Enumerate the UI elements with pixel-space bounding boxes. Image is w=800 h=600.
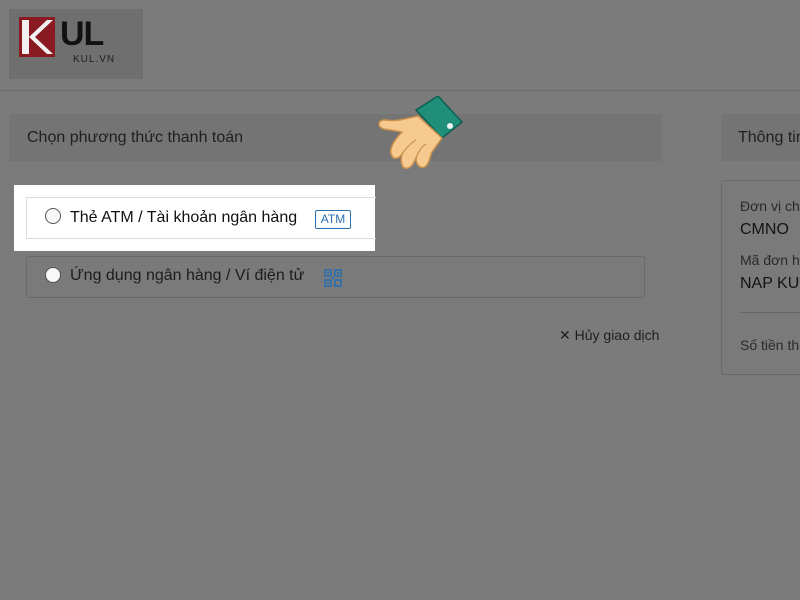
cancel-transaction-link[interactable]: ✕ Hủy giao dịch [559, 327, 659, 344]
payment-option-label: Thẻ ATM / Tài khoản ngân hàng [70, 209, 298, 226]
supplier-label: Đơn vị ch [740, 198, 800, 214]
header-divider [0, 90, 800, 91]
pointing-hand-icon [378, 96, 464, 170]
order-value: NAP KU [740, 275, 800, 292]
amount-label: Số tiền th [740, 337, 800, 353]
radio-atm[interactable] [45, 208, 61, 224]
logo-k-mark-icon [19, 17, 55, 57]
supplier-value: CMNO [740, 221, 789, 238]
qr-code-icon [324, 269, 342, 287]
payment-panel-title: Chọn phương thức thanh toán [27, 129, 244, 146]
payment-option-label: Ứng dụng ngân hàng / Ví điện tử [70, 267, 305, 284]
cancel-label: Hủy giao dịch [574, 327, 660, 343]
info-panel-title: Thông tin [738, 129, 800, 146]
order-label: Mã đơn h [740, 252, 800, 268]
atm-badge: ATM [315, 210, 351, 229]
logo-subtext: KUL.VN [73, 54, 116, 65]
info-divider [740, 312, 800, 313]
close-icon: ✕ [559, 327, 571, 343]
radio-bank-app[interactable] [45, 267, 61, 283]
logo-text: UL [60, 15, 104, 53]
